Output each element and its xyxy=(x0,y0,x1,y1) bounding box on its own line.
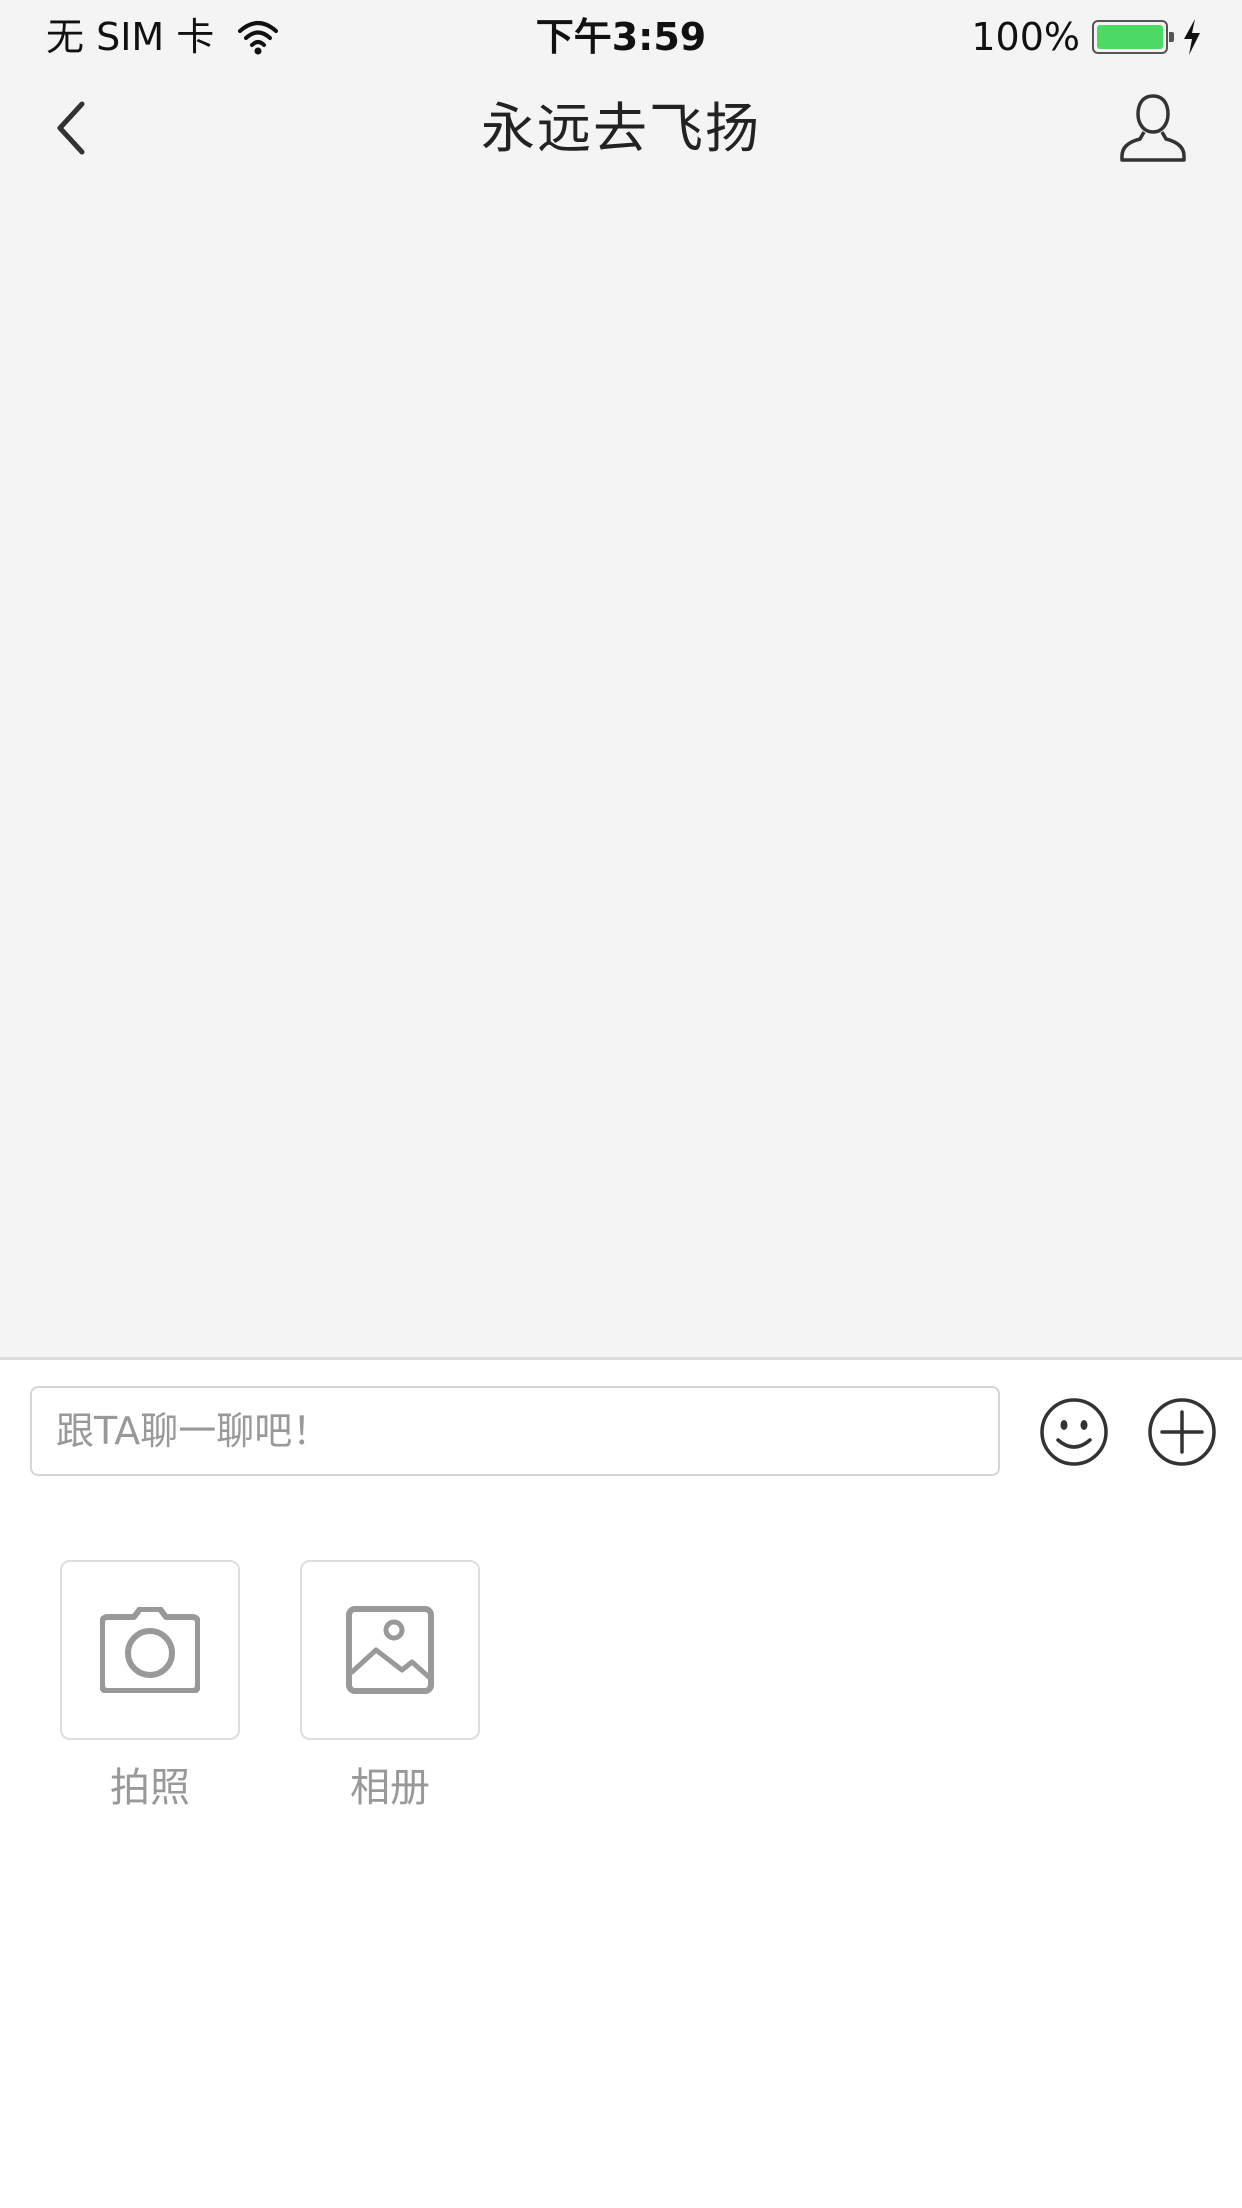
status-bar: 无 SIM 卡 下午3:59 100% xyxy=(0,0,1242,74)
camera-icon xyxy=(100,1607,200,1693)
chat-message-area[interactable] xyxy=(0,184,1242,1359)
user-profile-icon[interactable] xyxy=(1118,92,1188,164)
attach-album-label: 相册 xyxy=(350,1765,430,1811)
attach-camera-label: 拍照 xyxy=(110,1765,190,1811)
battery-fill xyxy=(1097,25,1163,49)
battery-icon xyxy=(1092,20,1174,54)
attach-album-option[interactable]: 相册 xyxy=(300,1560,480,1816)
chat-screen: 无 SIM 卡 下午3:59 100% 永远去飞扬 跟TA聊一聊吧！ 拍照 相册 xyxy=(0,0,1242,2208)
page-title: 永远去飞扬 xyxy=(481,97,761,160)
plus-circle-icon[interactable] xyxy=(1146,1396,1218,1468)
photo-album-icon xyxy=(346,1606,434,1694)
message-input[interactable] xyxy=(30,1386,1000,1476)
composer-bar xyxy=(0,1360,1242,1490)
smiley-icon[interactable] xyxy=(1038,1396,1110,1468)
attach-camera-tile[interactable] xyxy=(60,1560,240,1740)
status-right: 100% xyxy=(971,14,1202,60)
charging-bolt-icon xyxy=(1184,19,1200,55)
attach-camera-option[interactable]: 拍照 xyxy=(60,1560,240,1816)
nav-bar: 永远去飞扬 xyxy=(0,74,1242,184)
attach-album-tile[interactable] xyxy=(300,1560,480,1740)
battery-percent: 100% xyxy=(971,15,1080,59)
